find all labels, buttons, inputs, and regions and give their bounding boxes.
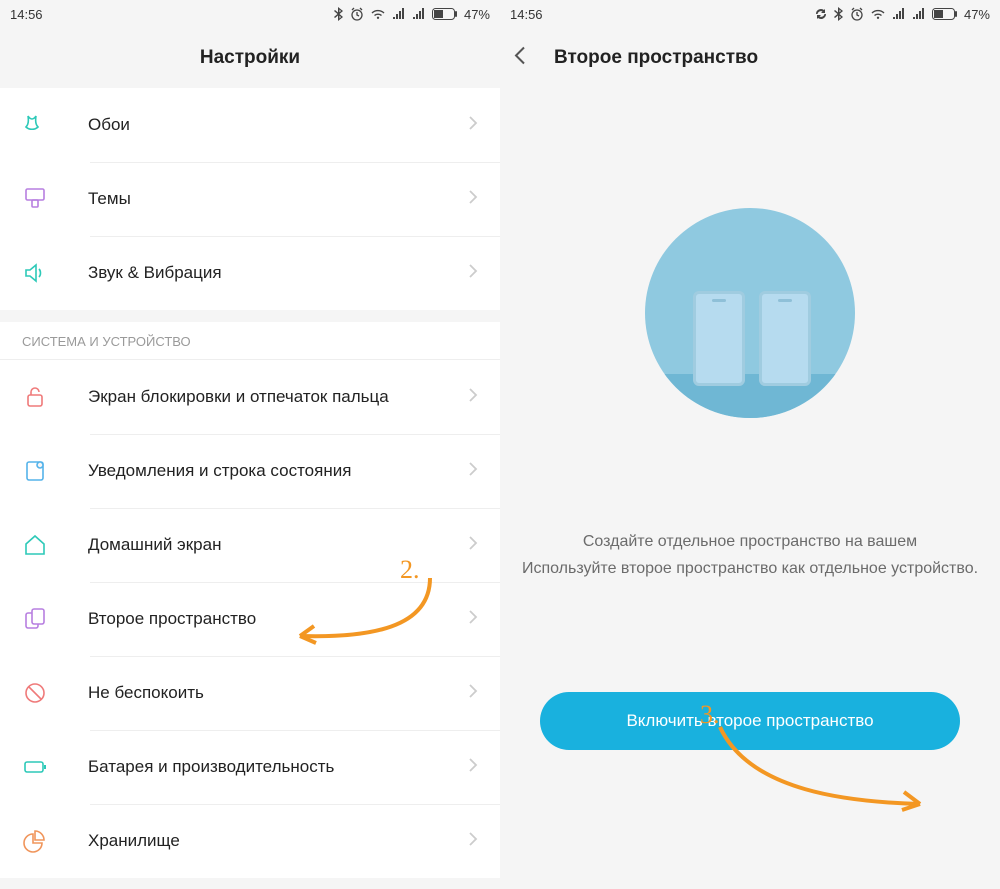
row-dnd[interactable]: Не беспокоить xyxy=(0,656,500,730)
description: Создайте отдельное пространство на вашем… xyxy=(504,528,996,582)
battery-icon xyxy=(932,8,958,20)
row-wallpaper[interactable]: Обои xyxy=(0,88,500,162)
bluetooth-icon xyxy=(334,7,344,21)
sync-icon xyxy=(814,7,828,21)
status-icons: 47% xyxy=(334,7,490,22)
chevron-right-icon xyxy=(468,189,478,210)
lock-icon xyxy=(22,384,62,410)
status-bar: 14:56 47% xyxy=(500,0,1000,28)
wallpaper-icon xyxy=(22,112,62,138)
row-label: Домашний экран xyxy=(62,534,468,556)
row-notifications[interactable]: Уведомления и строка состояния xyxy=(0,434,500,508)
battery-percent: 47% xyxy=(464,7,490,22)
enable-second-space-button[interactable]: Включить второе пространство xyxy=(540,692,960,750)
chevron-right-icon xyxy=(468,535,478,556)
row-label: Обои xyxy=(62,114,468,136)
signal1-icon xyxy=(392,8,406,20)
wifi-icon xyxy=(870,8,886,20)
chevron-right-icon xyxy=(468,263,478,284)
row-label: Уведомления и строка состояния xyxy=(62,460,468,482)
row-label: Темы xyxy=(62,188,468,210)
chevron-left-icon xyxy=(514,46,526,66)
row-sound[interactable]: Звук & Вибрация xyxy=(0,236,500,310)
row-battery[interactable]: Батарея и производительность xyxy=(0,730,500,804)
page-title: Настройки xyxy=(200,47,300,69)
row-label: Не беспокоить xyxy=(62,682,468,704)
chevron-right-icon xyxy=(468,461,478,482)
page-title: Второе пространство xyxy=(554,47,758,69)
chevron-right-icon xyxy=(468,757,478,778)
battery-icon xyxy=(432,8,458,20)
phone-icon xyxy=(693,291,745,386)
themes-icon xyxy=(22,186,62,212)
header: Второе пространство xyxy=(500,28,1000,88)
bluetooth-icon xyxy=(834,7,844,21)
chevron-right-icon xyxy=(468,831,478,852)
row-label: Второе пространство xyxy=(62,608,468,630)
row-label: Экран блокировки и отпечаток пальца xyxy=(62,386,468,408)
alarm-icon xyxy=(350,7,364,21)
hero-illustration xyxy=(645,208,855,418)
second-space-content: Создайте отдельное пространство на вашем… xyxy=(500,88,1000,889)
battery-percent: 47% xyxy=(964,7,990,22)
sound-icon xyxy=(22,260,62,286)
chevron-right-icon xyxy=(468,683,478,704)
row-label: Хранилище xyxy=(62,830,468,852)
row-storage[interactable]: Хранилище xyxy=(0,804,500,878)
status-icons: 47% xyxy=(814,7,990,22)
row-second-space[interactable]: Второе пространство xyxy=(0,582,500,656)
row-label: Звук & Вибрация xyxy=(62,262,468,284)
screen-settings: 14:56 47% Настройки Обои Темы xyxy=(0,0,500,889)
chevron-right-icon xyxy=(468,609,478,630)
list-system: Экран блокировки и отпечаток пальца Увед… xyxy=(0,360,500,878)
screen-second-space: 14:56 47% Второе пространство Создайте о… xyxy=(500,0,1000,889)
notifications-icon xyxy=(22,458,62,484)
section-gap xyxy=(0,310,500,322)
cta-label: Включить второе пространство xyxy=(626,711,873,731)
home-icon xyxy=(22,532,62,558)
wifi-icon xyxy=(370,8,386,20)
storage-icon xyxy=(22,828,62,854)
header: Настройки xyxy=(0,28,500,88)
signal2-icon xyxy=(412,8,426,20)
status-time: 14:56 xyxy=(510,7,543,22)
signal2-icon xyxy=(912,8,926,20)
status-time: 14:56 xyxy=(10,7,43,22)
back-button[interactable] xyxy=(514,46,526,71)
row-homescreen[interactable]: Домашний экран xyxy=(0,508,500,582)
chevron-right-icon xyxy=(468,387,478,408)
second-space-icon xyxy=(22,606,62,632)
phone-icon xyxy=(759,291,811,386)
section-header: СИСТЕМА И УСТРОЙСТВО xyxy=(0,322,500,360)
alarm-icon xyxy=(850,7,864,21)
row-lockscreen[interactable]: Экран блокировки и отпечаток пальца xyxy=(0,360,500,434)
battery-perf-icon xyxy=(22,754,62,780)
row-label: Батарея и производительность xyxy=(62,756,468,778)
desc-line-2: Используйте второе пространство как отде… xyxy=(522,555,978,582)
signal1-icon xyxy=(892,8,906,20)
desc-line-1: Создайте отдельное пространство на вашем xyxy=(522,528,978,555)
status-bar: 14:56 47% xyxy=(0,0,500,28)
row-themes[interactable]: Темы xyxy=(0,162,500,236)
chevron-right-icon xyxy=(468,115,478,136)
dnd-icon xyxy=(22,680,62,706)
list-top: Обои Темы Звук & Вибрация xyxy=(0,88,500,310)
